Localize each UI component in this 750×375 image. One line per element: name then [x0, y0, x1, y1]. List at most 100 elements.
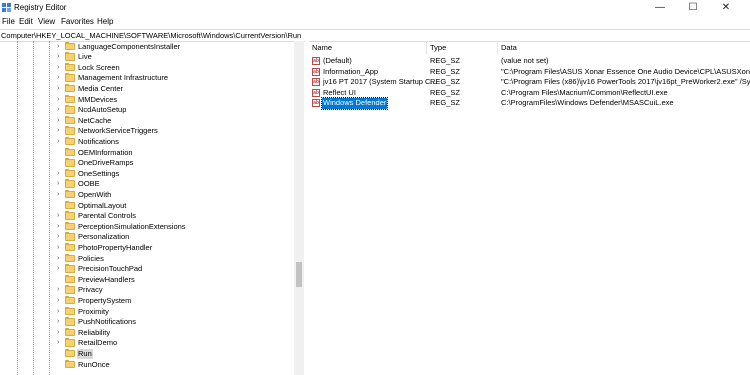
expand-chevron-icon[interactable]: ›	[57, 338, 59, 348]
tree-item[interactable]: › Privacy	[0, 285, 292, 296]
expand-chevron-icon[interactable]: ›	[57, 42, 59, 52]
expand-chevron-icon[interactable]: ›	[57, 307, 59, 317]
tree-item-label: RetailDemo	[78, 338, 118, 348]
menu-edit[interactable]: Edit	[19, 17, 33, 26]
tree-item[interactable]: Run	[0, 348, 292, 360]
expand-chevron-icon[interactable]: ›	[57, 254, 59, 264]
tree-item[interactable]: › MMDevices	[0, 95, 292, 106]
registry-editor-icon	[2, 3, 11, 12]
expand-chevron-icon[interactable]: ›	[57, 116, 59, 126]
tree-item[interactable]: › Management Infrastructure	[0, 73, 292, 84]
expand-chevron-icon[interactable]: ›	[57, 222, 59, 232]
tree-item-label: Policies	[78, 253, 104, 263]
expand-chevron-icon[interactable]: ›	[57, 296, 59, 306]
tree-item[interactable]: › OneSettings	[0, 169, 292, 180]
tree-scrollbar[interactable]	[294, 41, 304, 375]
string-value-icon: ab	[312, 67, 320, 76]
tree-item[interactable]: › PrecisionTouchPad	[0, 264, 292, 275]
close-button[interactable]: ✕	[713, 0, 739, 16]
tree-item[interactable]: › PerceptionSimulationExtensions	[0, 222, 292, 233]
tree-item-label: Live	[78, 52, 92, 62]
expand-chevron-icon[interactable]: ›	[57, 126, 59, 136]
value-row[interactable]: ab Reflect UI REG_SZ C:\Program Files\Macri…	[309, 88, 750, 99]
folder-icon	[65, 338, 75, 347]
expand-chevron-icon[interactable]: ›	[57, 264, 59, 274]
column-header-data[interactable]: Data	[501, 43, 517, 52]
menu-help[interactable]: Help	[97, 17, 113, 26]
folder-icon	[65, 264, 75, 273]
expand-chevron-icon[interactable]: ›	[57, 52, 59, 62]
tree-item[interactable]: RunOnce	[0, 360, 292, 371]
column-header-name[interactable]: Name	[312, 43, 332, 52]
column-divider[interactable]	[497, 41, 498, 54]
tree-item[interactable]: › Proximity	[0, 307, 292, 318]
folder-icon	[65, 221, 75, 231]
tree-item[interactable]: › NetworkServiceTriggers	[0, 126, 292, 137]
tree-item[interactable]: › Notifications	[0, 137, 292, 148]
expand-chevron-icon[interactable]: ›	[57, 63, 59, 73]
minimize-button[interactable]: —	[647, 0, 673, 16]
value-type: REG_SZ	[430, 56, 461, 65]
tree-item[interactable]: › NetCache	[0, 116, 292, 127]
menu-favorites[interactable]: Favorites	[61, 17, 94, 26]
value-row[interactable]: ab Information_App REG_SZ "C:\Program Files…	[309, 67, 750, 78]
menu-file[interactable]: File	[2, 17, 15, 26]
tree-item[interactable]: OneDriveRamps	[0, 158, 292, 169]
folder-icon	[65, 211, 75, 220]
folder-icon	[65, 168, 75, 178]
tree-scrollbar-thumb[interactable]	[296, 262, 302, 287]
tree-item[interactable]: OptimalLayout	[0, 201, 292, 212]
expand-chevron-icon[interactable]: ›	[57, 317, 59, 327]
values-pane[interactable]: Name Type Data ab (Default) REG_SZ (value n…	[309, 41, 750, 375]
expand-chevron-icon[interactable]: ›	[57, 137, 59, 147]
tree-item[interactable]: › Lock Screen	[0, 63, 292, 74]
expand-chevron-icon[interactable]: ›	[57, 211, 59, 221]
folder-icon	[65, 317, 75, 326]
expand-chevron-icon[interactable]: ›	[57, 285, 59, 295]
tree-item[interactable]: PreviewHandlers	[0, 275, 292, 286]
tree-item[interactable]: › Media Center	[0, 84, 292, 95]
expand-chevron-icon[interactable]: ›	[57, 105, 59, 115]
folder-icon	[65, 52, 75, 61]
expand-chevron-icon[interactable]: ›	[57, 190, 59, 200]
tree-item[interactable]: › OpenWith	[0, 190, 292, 201]
expand-chevron-icon[interactable]: ›	[57, 84, 59, 94]
tree-item[interactable]: › RetailDemo	[0, 338, 292, 349]
tree-item-label: OEMInformation	[78, 147, 133, 157]
expand-chevron-icon[interactable]: ›	[57, 95, 59, 105]
expand-chevron-icon[interactable]: ›	[57, 243, 59, 253]
tree-item[interactable]: › Personalization	[0, 232, 292, 243]
tree-item-label: Parental Controls	[78, 211, 136, 221]
value-row[interactable]: ab jv16 PT 2017 (System Startup C... REG_S…	[309, 77, 750, 88]
expand-chevron-icon[interactable]: ›	[57, 169, 59, 179]
tree-item[interactable]: OEMInformation	[0, 148, 292, 159]
tree-item[interactable]: › NcdAutoSetup	[0, 105, 292, 116]
tree-item[interactable]: › Policies	[0, 254, 292, 265]
tree-item[interactable]: › Reliability	[0, 328, 292, 339]
value-row[interactable]: ab Windows Defender REG_SZ C:\ProgramFiles\…	[309, 97, 750, 110]
column-header-type[interactable]: Type	[430, 43, 446, 52]
expand-chevron-icon[interactable]: ›	[57, 179, 59, 189]
tree-item[interactable]: › LanguageComponentsInstaller	[0, 42, 292, 53]
string-value-icon: ab	[312, 57, 320, 65]
folder-icon	[65, 359, 75, 368]
value-row[interactable]: ab (Default) REG_SZ (value not set)	[309, 56, 750, 67]
key-tree[interactable]: › LanguageComponentsInstaller › Live › Lock S…	[0, 41, 306, 375]
tree-item[interactable]: › Live	[0, 52, 292, 63]
tree-item[interactable]: › PhotoPropertyHandler	[0, 243, 292, 254]
address-path[interactable]: Computer\HKEY_LOCAL_MACHINE\SOFTWARE\Mic…	[1, 31, 301, 40]
tree-item[interactable]: › Parental Controls	[0, 211, 292, 222]
column-divider[interactable]	[426, 41, 427, 54]
tree-item[interactable]: › PushNotifications	[0, 317, 292, 328]
menu-view[interactable]: View	[38, 17, 55, 26]
expand-chevron-icon[interactable]: ›	[57, 73, 59, 83]
maximize-button[interactable]: ☐	[680, 0, 706, 16]
tree-item[interactable]: › OOBE	[0, 179, 292, 190]
value-name: Windows Defender	[320, 97, 389, 110]
expand-chevron-icon[interactable]: ›	[57, 328, 59, 338]
expand-chevron-icon[interactable]: ›	[57, 232, 59, 242]
value-type: REG_SZ	[430, 66, 461, 76]
tree-item-label: OneDriveRamps	[78, 158, 134, 168]
folder-icon	[65, 242, 75, 252]
tree-item[interactable]: › PropertySystem	[0, 296, 292, 307]
